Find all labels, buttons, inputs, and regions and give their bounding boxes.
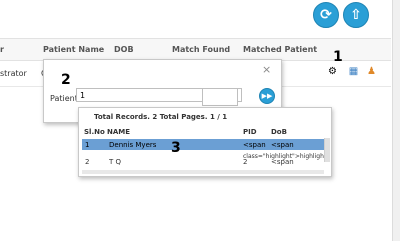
calendar-icon[interactable]: ▦ [348, 66, 359, 77]
col-matched-patient[interactable]: Matched Patient [243, 45, 317, 54]
result-row[interactable]: 1 Dennis Myers <span <span [82, 139, 324, 150]
close-icon[interactable]: × [262, 63, 271, 76]
results-scrollbar[interactable] [324, 138, 330, 162]
home-button[interactable]: ⇧ [343, 2, 369, 28]
page-scrollbar[interactable] [392, 0, 400, 241]
result-pid: <span [243, 141, 266, 149]
result-dob: <span [271, 158, 294, 166]
result-row[interactable]: 2 T Q 2 <span [82, 156, 324, 167]
annotation-marker-2: 2 [61, 72, 71, 88]
col-pid: PID [243, 128, 257, 136]
row-cell: strator [0, 69, 27, 78]
result-name: Dennis Myers [109, 141, 157, 149]
result-dob: <span [271, 141, 294, 149]
annotation-marker-3: 3 [171, 140, 181, 156]
result-pid: 2 [243, 158, 248, 166]
search-results-popup: Total Records. 2 Total Pages. 1 / 1 Sl.N… [78, 107, 332, 177]
search-button[interactable]: ▶▶ [259, 88, 275, 104]
col-dob[interactable]: DOB [114, 45, 134, 54]
fingerprint-icon[interactable]: ⚙ [327, 66, 338, 77]
col-slno: Sl.No [84, 128, 105, 136]
results-summary: Total Records. 2 Total Pages. 1 / 1 [94, 113, 228, 121]
col-match-found[interactable]: Match Found [172, 45, 230, 54]
col-dob: DoB [271, 128, 287, 136]
refresh-icon: ⟳ [320, 7, 332, 23]
patient-secondary-input[interactable] [202, 88, 238, 106]
annotation-marker-1: 1 [333, 49, 343, 65]
result-sl: 1 [85, 141, 90, 149]
result-name: T Q [109, 158, 122, 166]
user-icon[interactable]: ♟ [366, 66, 377, 77]
col-name: NAME [107, 128, 131, 136]
results-hscrollbar[interactable] [82, 170, 324, 174]
refresh-button[interactable]: ⟳ [313, 2, 339, 28]
patient-label: Patient [50, 94, 78, 103]
home-icon: ⇧ [350, 7, 362, 23]
col-cut: r [0, 45, 4, 54]
result-sl: 2 [85, 158, 90, 166]
col-patient-name[interactable]: Patient Name [43, 45, 104, 54]
next-icon: ▶▶ [261, 92, 273, 100]
